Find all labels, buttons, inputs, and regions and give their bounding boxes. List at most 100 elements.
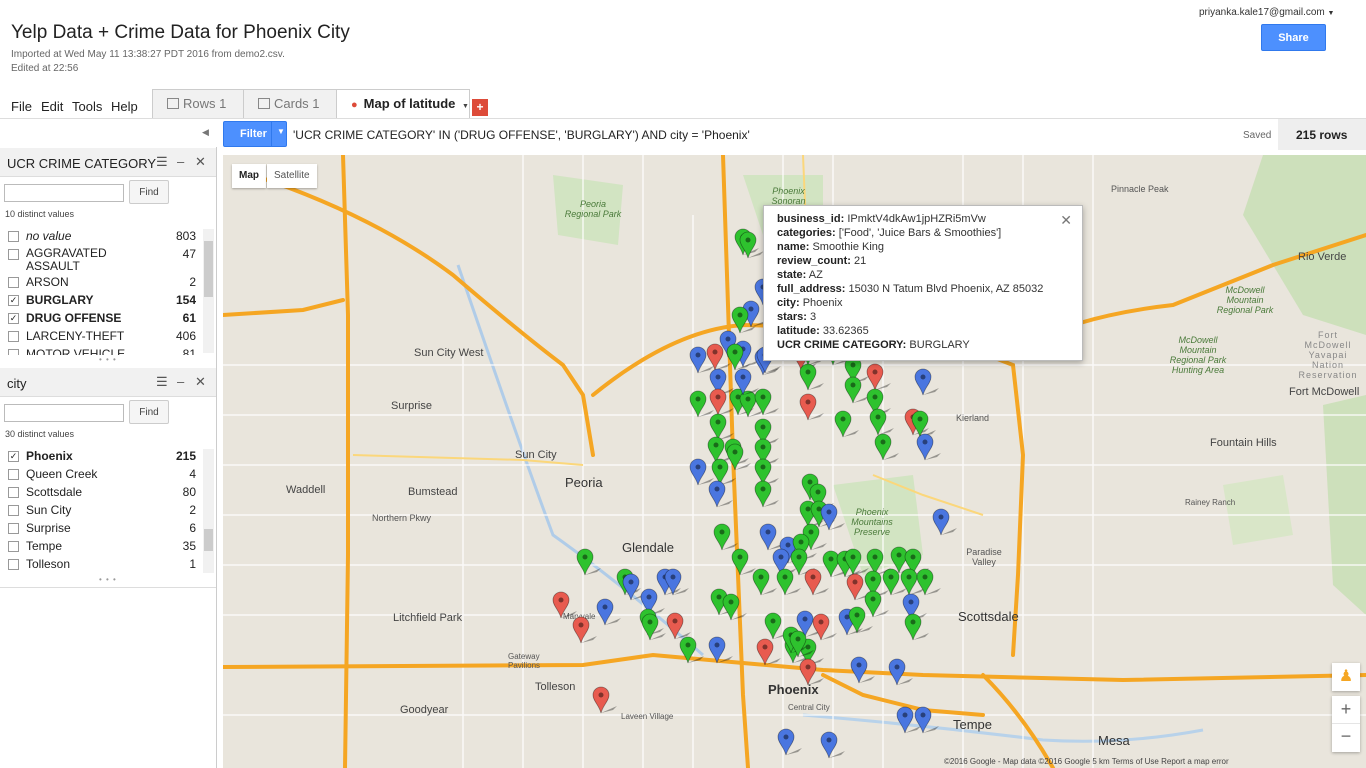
map-marker[interactable] bbox=[834, 410, 859, 438]
map-marker[interactable] bbox=[592, 686, 617, 714]
map-marker[interactable] bbox=[709, 413, 734, 441]
tab-cards[interactable]: Cards 1 bbox=[243, 89, 337, 118]
map-marker[interactable] bbox=[576, 548, 601, 576]
map-marker[interactable] bbox=[552, 591, 577, 619]
value-row[interactable]: ✓ DRUG OFFENSE 61 bbox=[0, 309, 200, 327]
map-marker[interactable] bbox=[689, 458, 714, 486]
zoom-out-button[interactable]: − bbox=[1332, 724, 1360, 751]
value-row[interactable]: ✓ Phoenix 215 bbox=[0, 447, 200, 465]
find-button[interactable]: Find bbox=[129, 180, 169, 204]
map-marker[interactable] bbox=[914, 368, 939, 396]
map-marker[interactable] bbox=[679, 636, 704, 664]
value-row[interactable]: Tolleson 1 bbox=[0, 555, 200, 573]
map-marker[interactable] bbox=[708, 480, 733, 508]
map-marker[interactable] bbox=[820, 503, 845, 531]
tab-rows[interactable]: Rows 1 bbox=[152, 89, 244, 118]
map-marker[interactable] bbox=[844, 376, 869, 404]
map-marker[interactable] bbox=[799, 363, 824, 391]
scrollbar-thumb[interactable] bbox=[204, 241, 213, 297]
menu-edit[interactable]: Edit bbox=[41, 99, 63, 114]
checkbox[interactable] bbox=[8, 505, 19, 516]
checkbox[interactable] bbox=[8, 523, 19, 534]
resize-grip[interactable]: • • • bbox=[99, 355, 117, 364]
map-marker[interactable] bbox=[850, 656, 875, 684]
map-marker[interactable] bbox=[713, 523, 738, 551]
map-marker[interactable] bbox=[820, 731, 845, 759]
close-icon[interactable]: ✕ bbox=[195, 154, 206, 170]
map-marker[interactable] bbox=[726, 443, 751, 471]
checkbox[interactable] bbox=[8, 277, 19, 288]
filter-button[interactable]: Filter ▼ bbox=[223, 121, 287, 147]
checkbox[interactable] bbox=[8, 231, 19, 242]
value-row[interactable]: Scottsdale 80 bbox=[0, 483, 200, 501]
map-marker[interactable] bbox=[754, 388, 779, 416]
pegman-icon[interactable]: ♟ bbox=[1332, 663, 1360, 691]
tab-map[interactable]: ● Map of latitude ▼ bbox=[336, 89, 470, 119]
find-button[interactable]: Find bbox=[129, 400, 169, 424]
map-marker[interactable] bbox=[754, 480, 779, 508]
map-marker[interactable] bbox=[869, 408, 894, 436]
map-marker[interactable] bbox=[752, 568, 777, 596]
checkbox[interactable] bbox=[8, 541, 19, 552]
map-marker[interactable] bbox=[844, 548, 869, 576]
value-row[interactable]: ✓ BURGLARY 154 bbox=[0, 291, 200, 309]
map-marker[interactable] bbox=[866, 363, 891, 391]
map-marker[interactable] bbox=[911, 410, 936, 438]
menu-tools[interactable]: Tools bbox=[72, 99, 102, 114]
map-marker[interactable] bbox=[914, 706, 939, 734]
zoom-in-button[interactable]: + bbox=[1332, 696, 1360, 724]
map-marker[interactable] bbox=[864, 590, 889, 618]
map-marker[interactable] bbox=[777, 728, 802, 756]
menu-help[interactable]: Help bbox=[111, 99, 138, 114]
checkbox[interactable] bbox=[8, 331, 19, 342]
search-input[interactable] bbox=[4, 404, 124, 422]
collapse-sidebar-icon[interactable]: ◀ bbox=[202, 127, 209, 138]
menu-icon[interactable]: ☰ bbox=[156, 374, 168, 390]
value-row[interactable]: ARSON 2 bbox=[0, 273, 200, 291]
value-row[interactable]: Surprise 6 bbox=[0, 519, 200, 537]
value-row[interactable]: Queen Creek 4 bbox=[0, 465, 200, 483]
checkbox[interactable]: ✓ bbox=[8, 295, 19, 306]
map-marker[interactable] bbox=[666, 612, 691, 640]
checkbox[interactable] bbox=[8, 487, 19, 498]
map-marker[interactable] bbox=[874, 433, 899, 461]
add-tab-button[interactable]: + bbox=[472, 99, 488, 116]
value-row[interactable]: Sun City 2 bbox=[0, 501, 200, 519]
scrollbar-thumb[interactable] bbox=[204, 529, 213, 551]
map-marker[interactable] bbox=[754, 458, 779, 486]
map-marker[interactable] bbox=[799, 393, 824, 421]
menu-icon[interactable]: ☰ bbox=[156, 154, 168, 170]
chevron-down-icon[interactable]: ▼ bbox=[462, 103, 469, 110]
chevron-down-icon[interactable]: ▼ bbox=[277, 127, 285, 136]
value-row[interactable]: LARCENY-THEFT 406 bbox=[0, 327, 200, 345]
resize-grip[interactable]: • • • bbox=[99, 575, 117, 584]
map-marker[interactable] bbox=[904, 613, 929, 641]
map-marker[interactable] bbox=[932, 508, 957, 536]
value-row[interactable]: MOTOR VEHICLE 81 bbox=[0, 345, 200, 355]
map-marker[interactable] bbox=[708, 636, 733, 664]
close-icon[interactable]: ✕ bbox=[195, 374, 206, 390]
minimize-icon[interactable]: ‒ bbox=[177, 374, 184, 389]
value-row[interactable]: no value 803 bbox=[0, 227, 200, 245]
map-marker[interactable] bbox=[799, 658, 824, 686]
map-marker[interactable] bbox=[722, 593, 747, 621]
map-marker[interactable] bbox=[804, 568, 829, 596]
minimize-icon[interactable]: ‒ bbox=[177, 154, 184, 169]
map-marker[interactable] bbox=[572, 616, 597, 644]
close-icon[interactable]: ✕ bbox=[1060, 212, 1072, 229]
checkbox[interactable] bbox=[8, 349, 19, 355]
value-row[interactable]: Tempe 35 bbox=[0, 537, 200, 555]
map-marker[interactable] bbox=[641, 613, 666, 641]
checkbox[interactable] bbox=[8, 559, 19, 570]
map-marker[interactable] bbox=[888, 658, 913, 686]
share-button[interactable]: Share bbox=[1261, 24, 1326, 51]
menu-file[interactable]: File bbox=[11, 99, 32, 114]
checkbox[interactable]: ✓ bbox=[8, 451, 19, 462]
search-input[interactable] bbox=[4, 184, 124, 202]
scrollbar[interactable] bbox=[203, 229, 214, 353]
map-marker[interactable] bbox=[776, 568, 801, 596]
user-account-menu[interactable]: priyanka.kale17@gmail.com ▼ bbox=[1199, 7, 1334, 18]
map-marker[interactable] bbox=[916, 433, 941, 461]
map-marker[interactable] bbox=[709, 388, 734, 416]
value-row[interactable]: AGGRAVATED ASSAULT 47 bbox=[0, 245, 200, 273]
